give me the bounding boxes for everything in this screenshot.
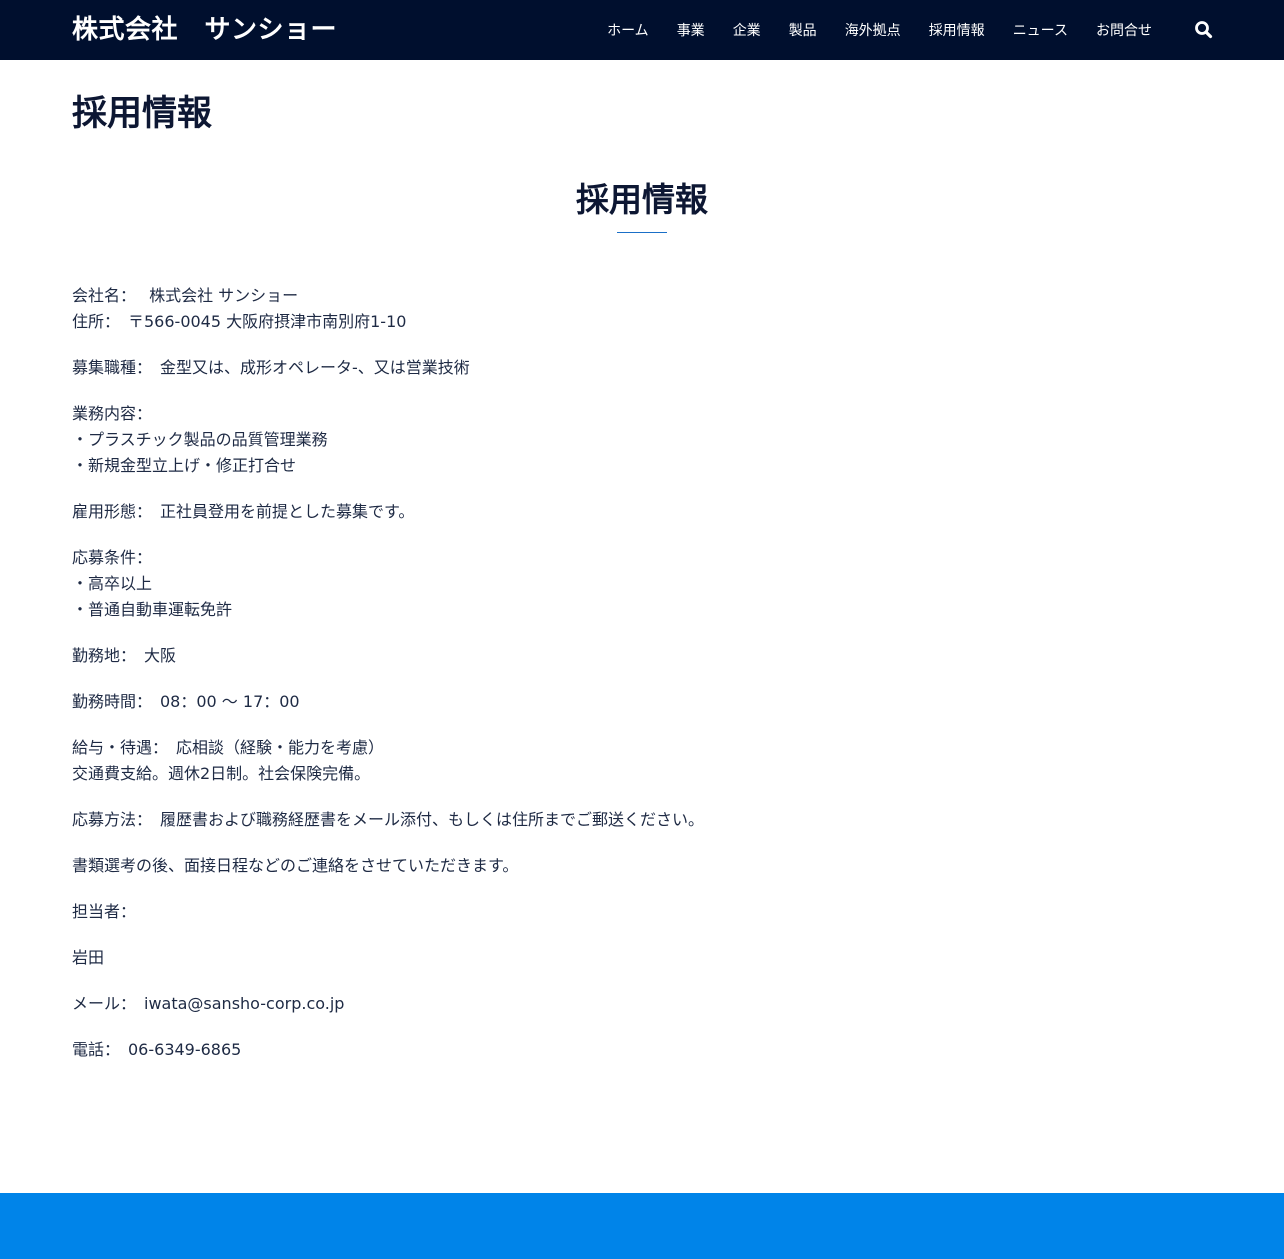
- contact-phone: 電話： 06-6349-6865: [72, 1040, 242, 1059]
- company-name: 会社名： 株式会社 サンショー: [72, 286, 299, 305]
- benefits: 交通費支給。週休2日制。社会保険完備。: [72, 764, 371, 783]
- requirements-block: 応募条件： ・高卒以上 ・普通自動車運転免許: [72, 545, 1212, 623]
- nav-item-contact[interactable]: お問合せ: [1096, 20, 1152, 40]
- search-button[interactable]: [1194, 20, 1214, 40]
- employment-block: 雇用形態： 正社員登用を前提とした募集です。: [72, 499, 1212, 525]
- section-title: 採用情報: [576, 180, 708, 219]
- requirements-item: ・普通自動車運転免許: [72, 600, 233, 619]
- nav-item-business[interactable]: 事業: [677, 20, 705, 40]
- contact-email: メール： iwata@sansho-corp.co.jp: [72, 994, 345, 1013]
- selection-block: 書類選考の後、面接日程などのご連絡をさせていただきます。: [72, 853, 1212, 879]
- nav-item-company[interactable]: 企業: [733, 20, 761, 40]
- requirements-label: 応募条件：: [72, 548, 153, 567]
- duties-block: 業務内容： ・プラスチック製品の品質管理業務 ・新規金型立上げ・修正打合せ: [72, 401, 1212, 479]
- site-footer: [0, 1193, 1284, 1259]
- work-hours: 勤務時間： 08：00 ～ 17：00: [72, 692, 300, 711]
- apply-method: 応募方法： 履歴書および職務経歴書をメール添付、もしくは住所までご郵送ください。: [72, 810, 705, 829]
- contact-label-block: 担当者：: [72, 899, 1212, 925]
- apply-method-block: 応募方法： 履歴書および職務経歴書をメール添付、もしくは住所までご郵送ください。: [72, 807, 1212, 833]
- employment-type: 雇用形態： 正社員登用を前提とした募集です。: [72, 502, 415, 521]
- search-icon: [1195, 21, 1213, 39]
- email-block: メール： iwata@sansho-corp.co.jp: [72, 991, 1212, 1017]
- nav-item-news[interactable]: ニュース: [1013, 20, 1068, 40]
- recruit-details: 会社名： 株式会社 サンショー 住所： 〒566-0045 大阪府摂津市南別府1…: [72, 283, 1212, 1083]
- job-type: 募集職種： 金型又は、成形オペレータ-、又は営業技術: [72, 358, 470, 377]
- site-logo[interactable]: 株式会社 サンショー: [72, 13, 337, 47]
- nav-item-overseas[interactable]: 海外拠点: [845, 20, 901, 40]
- job-type-block: 募集職種： 金型又は、成形オペレータ-、又は営業技術: [72, 355, 1212, 381]
- nav-item-home[interactable]: ホーム: [607, 20, 649, 40]
- top-navbar: 株式会社 サンショー ホーム 事業 企業 製品 海外拠点 採用情報 ニュース お…: [0, 0, 1284, 60]
- contact-name-block: 岩田: [72, 945, 1212, 971]
- requirements-item: ・高卒以上: [72, 574, 153, 593]
- duties-item: ・プラスチック製品の品質管理業務: [72, 430, 328, 449]
- duties-item: ・新規金型立上げ・修正打合せ: [72, 456, 297, 475]
- contact-name: 岩田: [72, 948, 105, 967]
- duties-label: 業務内容：: [72, 404, 153, 423]
- nav-item-products[interactable]: 製品: [789, 20, 817, 40]
- company-address: 住所： 〒566-0045 大阪府摂津市南別府1-10: [72, 312, 407, 331]
- selection-note: 書類選考の後、面接日程などのご連絡をさせていただきます。: [72, 856, 519, 875]
- main-nav: ホーム 事業 企業 製品 海外拠点 採用情報 ニュース お問合せ: [579, 0, 1152, 60]
- title-underline: [617, 232, 667, 233]
- page-title: 採用情報: [72, 94, 213, 134]
- contact-label: 担当者：: [72, 902, 137, 921]
- nav-item-recruit[interactable]: 採用情報: [929, 20, 985, 40]
- hours-block: 勤務時間： 08：00 ～ 17：00: [72, 689, 1212, 715]
- work-location: 勤務地： 大阪: [72, 646, 177, 665]
- salary-block: 給与・待遇： 応相談（経験・能力を考慮） 交通費支給。週休2日制。社会保険完備。: [72, 735, 1212, 787]
- phone-block: 電話： 06-6349-6865: [72, 1037, 1212, 1063]
- location-block: 勤務地： 大阪: [72, 643, 1212, 669]
- salary: 給与・待遇： 応相談（経験・能力を考慮）: [72, 738, 385, 757]
- company-block: 会社名： 株式会社 サンショー 住所： 〒566-0045 大阪府摂津市南別府1…: [72, 283, 1212, 335]
